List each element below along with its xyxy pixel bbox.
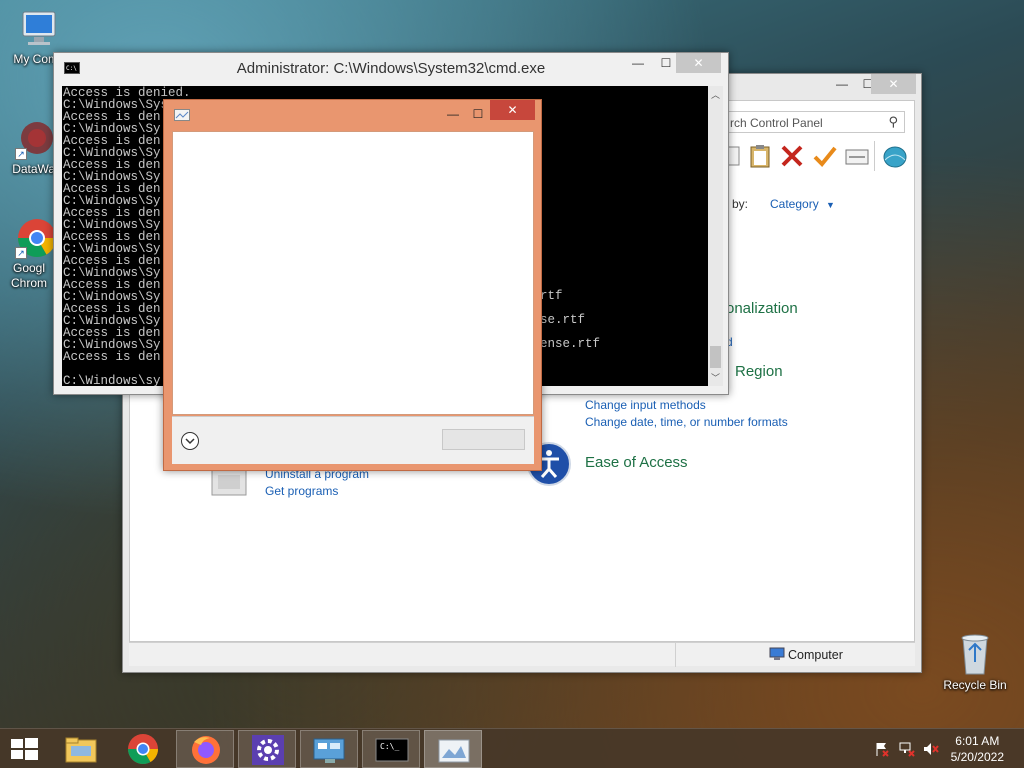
desktop-icon-label: Recycle Bin — [943, 678, 1007, 692]
close-button[interactable]: ✕ — [871, 74, 916, 94]
dialog-close-button[interactable]: ✕ — [490, 100, 535, 120]
cmd-icon: C:\_ — [375, 738, 409, 762]
computer-status-icon — [769, 647, 785, 664]
action-center-flag-icon[interactable] — [874, 741, 890, 760]
network-icon[interactable] — [898, 741, 916, 760]
cmd-fragment-1: rtf — [540, 289, 563, 303]
clock-date: 5/20/2022 — [950, 750, 1004, 764]
recycle-bin-icon — [953, 630, 997, 675]
shortcut-arrow-icon: ↗ — [15, 148, 27, 160]
gear-icon — [252, 735, 284, 765]
status-computer-label: Computer — [788, 648, 843, 662]
checkmark-icon[interactable] — [812, 144, 838, 171]
search-icon[interactable]: ⚲ — [888, 114, 898, 130]
windows-logo-icon — [11, 738, 38, 760]
delete-icon[interactable] — [780, 144, 804, 171]
dialog-app-icon — [174, 108, 190, 125]
clock[interactable]: 6:01 AM 5/20/2022 — [951, 733, 1004, 765]
desktop-icon-recycle-bin[interactable]: Recycle Bin — [937, 630, 1013, 692]
view-by-dropdown[interactable]: Category ▼ — [770, 197, 835, 211]
taskbar-control-panel[interactable] — [300, 730, 358, 768]
clipboard-icon[interactable] — [748, 143, 772, 172]
appearance-personalization-title[interactable]: onalization — [726, 300, 798, 317]
dialog-content-area — [172, 131, 534, 415]
clock-region-title[interactable]: Region — [735, 363, 783, 380]
dialog-action-button[interactable] — [442, 429, 525, 450]
scroll-thumb[interactable] — [710, 346, 721, 368]
dialog-minimize-button[interactable]: — — [440, 104, 466, 124]
volume-muted-icon[interactable] — [922, 741, 940, 760]
taskbar-dialog-app[interactable] — [424, 730, 482, 768]
change-input-methods-link[interactable]: Change input methods — [585, 398, 706, 412]
search-input[interactable]: rch Control Panel ⚲ — [725, 111, 905, 133]
chevron-down-icon: ▼ — [826, 200, 835, 210]
search-placeholder: rch Control Panel — [730, 116, 823, 130]
taskbar-file-explorer[interactable] — [52, 730, 110, 768]
chrome-icon — [128, 734, 158, 765]
desktop-icon-label: Googl Chrom — [10, 261, 47, 290]
card-icon[interactable] — [845, 148, 869, 169]
status-divider — [675, 643, 676, 667]
taskbar: C:\_ 6:01 AM 5/20/2022 — [0, 728, 1024, 768]
dialog-window: — ☐ ✕ — [163, 99, 542, 471]
minimize-button[interactable]: — — [828, 74, 856, 94]
start-button[interactable] — [0, 730, 48, 768]
view-by-value: Category — [770, 197, 819, 211]
dialog-footer — [172, 416, 534, 464]
control-panel-icon — [313, 738, 345, 763]
cmd-titlebar[interactable]: C:\ Administrator: C:\Windows\System32\c… — [54, 53, 728, 83]
scroll-down-icon[interactable]: ﹀ — [711, 371, 720, 384]
change-date-time-link[interactable]: Change date, time, or number formats — [585, 415, 788, 429]
toolbar-divider — [874, 141, 875, 171]
taskbar-cmd[interactable]: C:\_ — [362, 730, 420, 768]
get-programs-link[interactable]: Get programs — [265, 484, 338, 498]
svg-text:C:\_: C:\_ — [380, 742, 399, 751]
taskbar-settings[interactable] — [238, 730, 296, 768]
dialog-maximize-button[interactable]: ☐ — [466, 104, 490, 124]
cmd-fragment-3: ense.rtf — [540, 337, 601, 351]
computer-icon — [17, 8, 61, 50]
globe-icon[interactable] — [882, 145, 908, 172]
status-bar: Computer — [129, 642, 915, 667]
image-app-icon — [438, 739, 470, 763]
folder-icon — [65, 737, 97, 763]
expand-details-icon[interactable] — [180, 431, 200, 454]
ease-of-access-title[interactable]: Ease of Access — [585, 454, 688, 471]
taskbar-firefox[interactable] — [176, 730, 234, 768]
scroll-up-icon[interactable]: ︿ — [711, 88, 720, 101]
firefox-icon — [192, 736, 220, 764]
cmd-fragment-2: se.rtf — [540, 313, 586, 327]
cmd-minimize-button[interactable]: — — [624, 53, 652, 73]
shortcut-arrow-icon: ↗ — [15, 247, 27, 259]
cmd-scrollbar[interactable]: ︿ ﹀ — [708, 86, 723, 386]
cmd-close-button[interactable]: ✕ — [676, 53, 721, 73]
taskbar-chrome[interactable] — [114, 730, 172, 768]
clock-time: 6:01 AM — [955, 734, 1000, 748]
